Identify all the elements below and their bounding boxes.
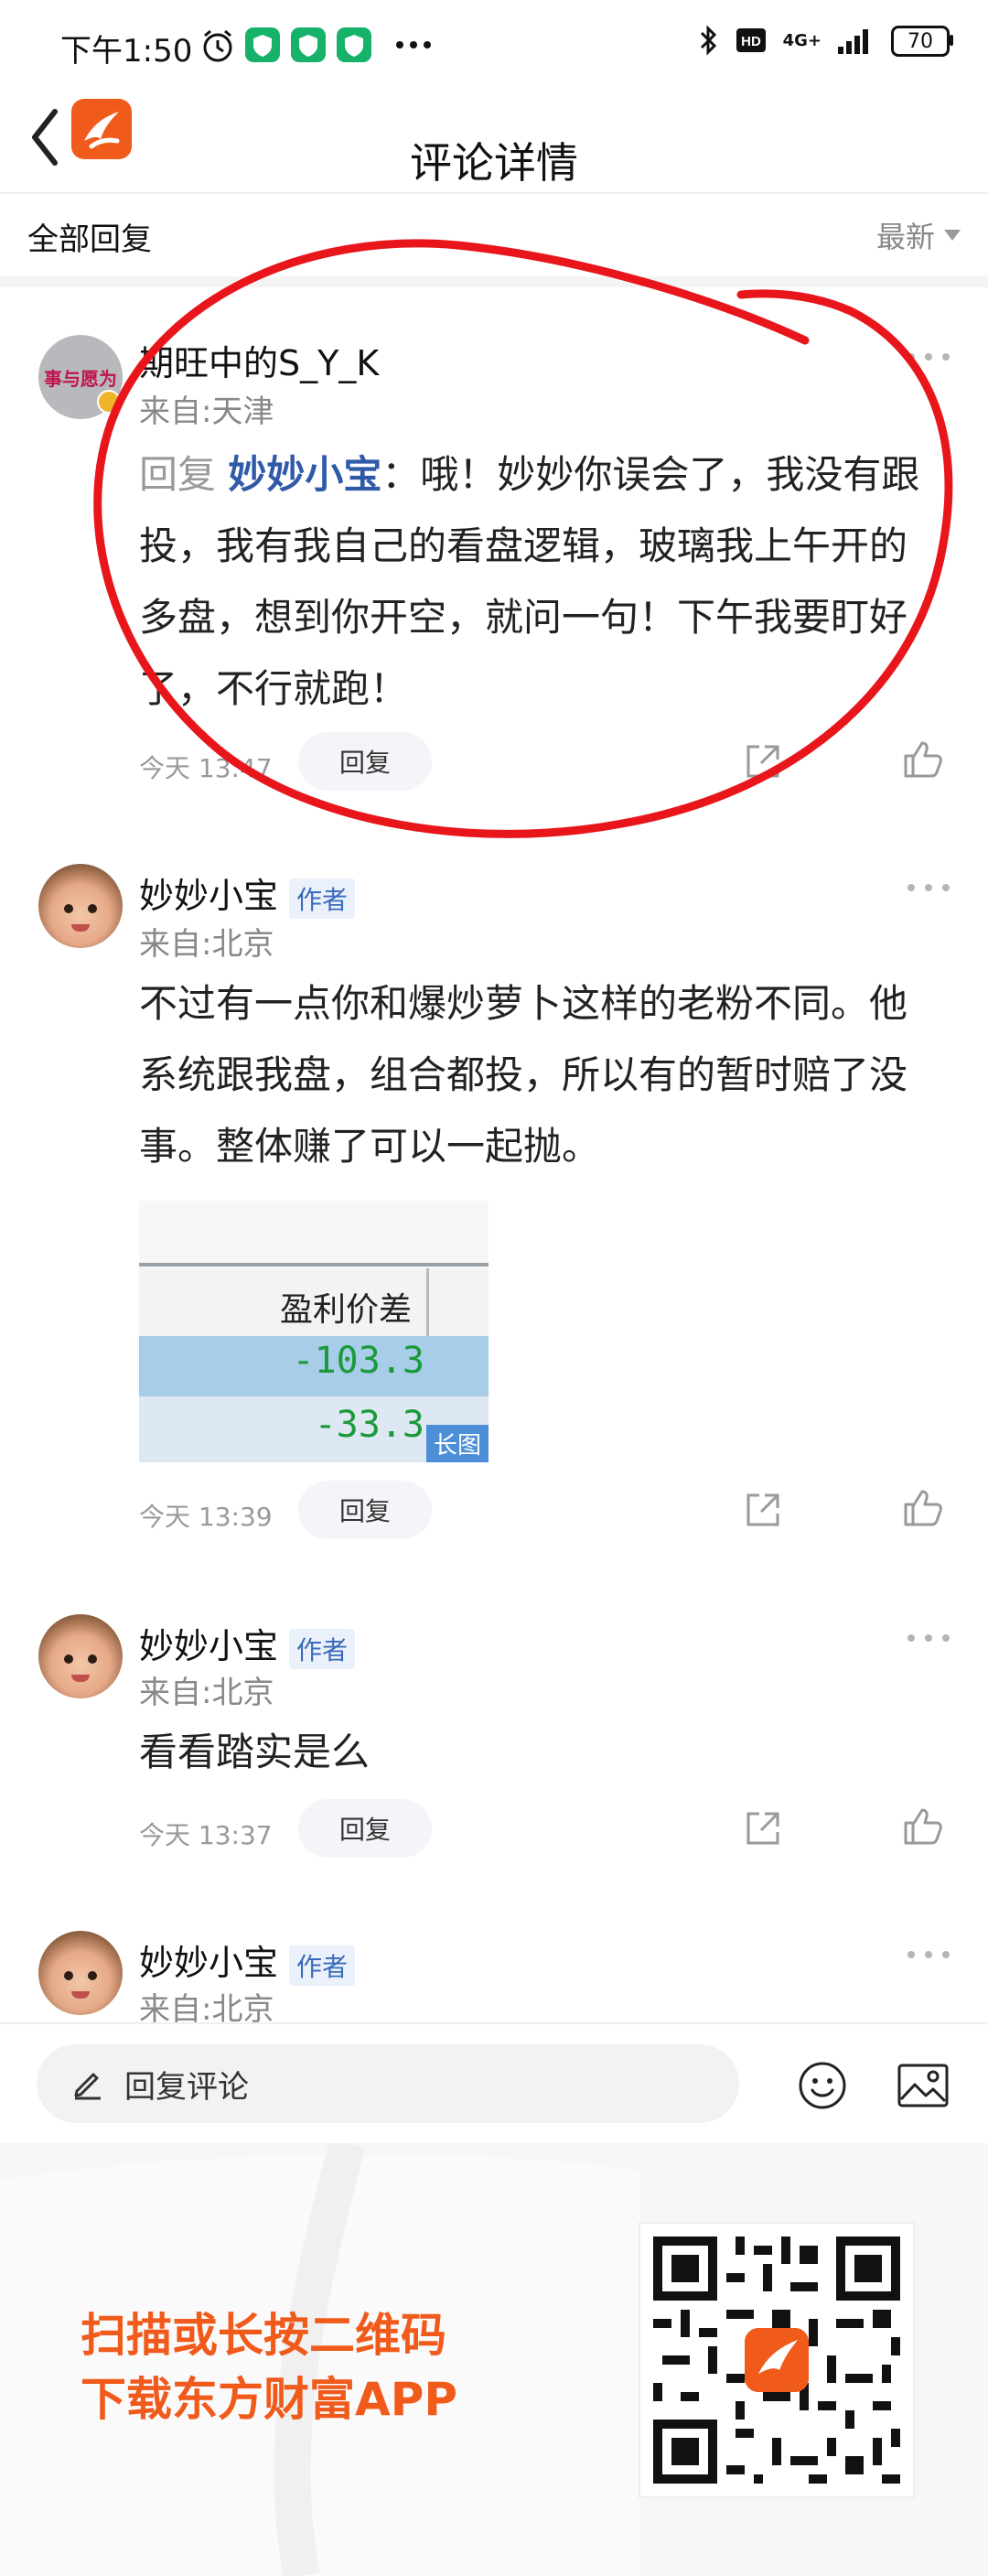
author-tag: 作者 [289, 878, 356, 919]
qr-code[interactable] [640, 2224, 913, 2496]
share-icon[interactable] [743, 1490, 783, 1530]
comment-location: 来自:北京 [139, 926, 274, 963]
comment-username[interactable]: 妙妙小宝 作者 [139, 1935, 356, 1986]
avatar[interactable] [38, 1931, 123, 2015]
pencil-icon [74, 2073, 101, 2100]
comment-image[interactable]: 盈利价差 -103.3 -33.3 长图 [139, 1201, 489, 1462]
comment-time: 今天 13:37 [139, 1820, 273, 1850]
image-picker-icon[interactable] [897, 2063, 950, 2108]
avatar[interactable] [38, 1614, 123, 1698]
comment-time: 今天 13:39 [139, 1502, 273, 1532]
comment-text: 看看踏实是么 [139, 1730, 370, 1774]
more-options-icon[interactable] [907, 884, 950, 893]
thumbs-up-icon[interactable] [902, 1486, 944, 1528]
image-value-1: -103.3 [292, 1340, 425, 1382]
promo-line-1: 扫描或长按二维码 [81, 2309, 446, 2362]
comment-username[interactable]: 妙妙小宝 作者 [139, 868, 356, 919]
author-tag: 作者 [289, 1945, 356, 1986]
username-text: 妙妙小宝 [139, 876, 279, 916]
reply-button[interactable]: 回复 [298, 1481, 432, 1539]
reply-button[interactable]: 回复 [298, 1799, 432, 1858]
reply-comment-input[interactable]: 回复评论 [37, 2044, 739, 2123]
reply-input-bar: 回复评论 [0, 2022, 988, 2143]
more-options-icon[interactable] [907, 1951, 950, 1960]
emoji-icon[interactable] [798, 2061, 847, 2110]
download-promo: 扫描或长按二维码 下载东方财富APP [0, 2143, 988, 2576]
author-tag: 作者 [289, 1628, 356, 1669]
long-image-tag: 长图 [425, 1425, 489, 1462]
promo-line-2: 下载东方财富APP [81, 2373, 457, 2426]
red-annotation-circle [93, 239, 953, 838]
more-options-icon[interactable] [907, 1634, 950, 1644]
image-value-2: -33.3 [314, 1404, 424, 1446]
comment-text: 不过有一点你和爆炒萝卜这样的老粉不同。他系统跟我盘，组合都投，所以有的暂时赔了没… [139, 981, 908, 1169]
avatar[interactable] [38, 864, 123, 948]
qr-code-pattern [644, 2227, 909, 2493]
username-text: 妙妙小宝 [139, 1626, 279, 1666]
thumbs-up-icon[interactable] [902, 1805, 944, 1847]
username-text: 妙妙小宝 [139, 1943, 279, 1983]
share-icon[interactable] [743, 1808, 783, 1848]
comment-username[interactable]: 妙妙小宝 作者 [139, 1618, 356, 1669]
comment-location: 来自:北京 [139, 1675, 274, 1711]
image-header-text: 盈利价差 [279, 1291, 412, 1329]
reply-input-placeholder: 回复评论 [124, 2068, 249, 2106]
